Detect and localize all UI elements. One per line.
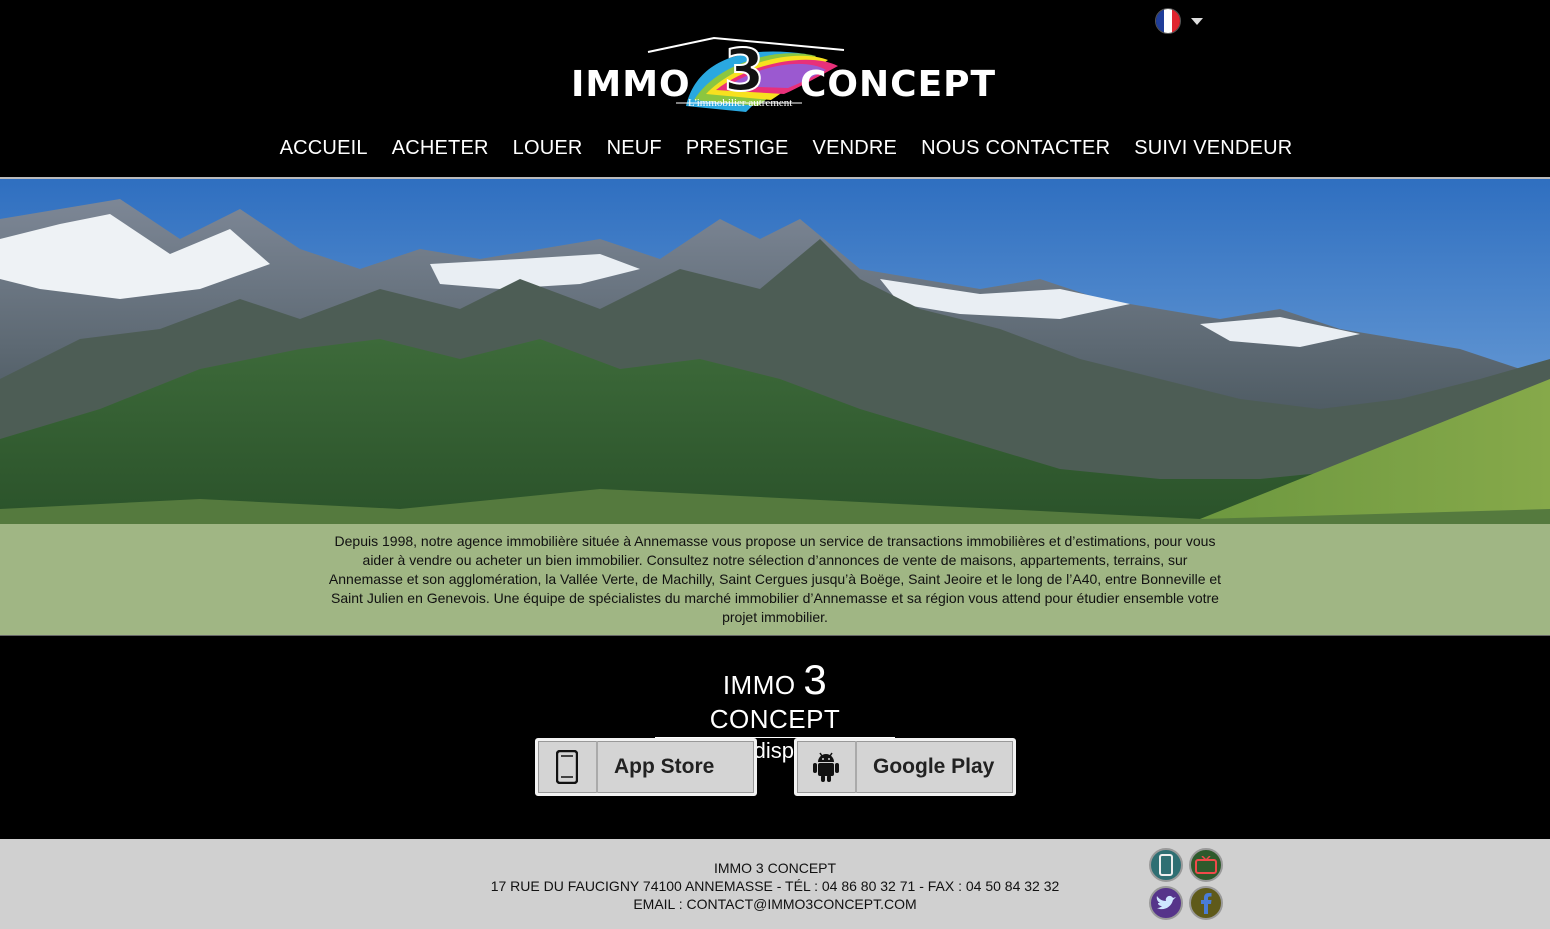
nav-item-vendre[interactable]: VENDRE [813, 137, 898, 160]
nav-item-acheter[interactable]: ACHETER [392, 137, 489, 160]
facebook-icon[interactable] [1189, 886, 1223, 920]
chevron-down-icon [1191, 17, 1203, 25]
nav-item-prestige[interactable]: PRESTIGE [686, 137, 789, 160]
twitter-icon[interactable] [1149, 886, 1183, 920]
footer-email[interactable]: EMAIL : CONTACT@IMMO3CONCEPT.COM [0, 895, 1550, 913]
hero-caption-overlay: Depuis 1998, notre agence immobilière si… [0, 524, 1550, 635]
nav-item-nous-contacter[interactable]: NOUS CONTACTER [921, 137, 1110, 160]
logo-word-immo: IMMO [571, 64, 691, 105]
google-play-button[interactable]: Google Play [794, 738, 1016, 796]
smartphone-icon [538, 741, 598, 793]
hero-banner: Depuis 1998, notre agence immobilière si… [0, 179, 1550, 635]
logo-word-concept: CONCEPT [800, 64, 997, 105]
apps-brand-title: IMMO 3 CONCEPT [655, 656, 895, 738]
nav-item-accueil[interactable]: ACCUEIL [280, 137, 368, 160]
apps-brand-right: CONCEPT [709, 704, 841, 734]
app-store-label: App Store [614, 755, 715, 778]
logo-number: 3 [723, 35, 765, 105]
apps-brand-left: IMMO [722, 670, 804, 700]
google-play-label: Google Play [873, 755, 995, 778]
main-navigation: ACCUEIL ACHETER LOUER NEUF PRESTIGE VEND… [0, 137, 1550, 160]
android-icon [797, 741, 857, 793]
language-selector[interactable] [1155, 8, 1210, 34]
site-logo[interactable]: IMMO 3 CONCEPT L'immobilier autrement [566, 34, 995, 120]
french-flag-icon [1155, 8, 1181, 34]
agency-description: Depuis 1998, notre agence immobilière si… [328, 533, 1222, 625]
nav-item-neuf[interactable]: NEUF [607, 137, 662, 160]
mobile-icon[interactable] [1149, 848, 1183, 882]
footer-contact-info: IMMO 3 CONCEPT 17 RUE DU FAUCIGNY 74100 … [0, 859, 1550, 913]
footer-address-phone: 17 RUE DU FAUCIGNY 74100 ANNEMASSE - TÉL… [490, 878, 1060, 894]
app-store-button[interactable]: App Store [535, 738, 757, 796]
nav-item-suivi-vendeur[interactable]: SUIVI VENDEUR [1134, 137, 1292, 160]
site-header: IMMO 3 CONCEPT L'immobilier autrement AC… [0, 0, 1550, 179]
nav-item-louer[interactable]: LOUER [513, 137, 583, 160]
footer-company-name: IMMO 3 CONCEPT [713, 860, 837, 876]
mobile-apps-section: IMMO 3 CONCEPT est aussi disponible sur … [0, 635, 1550, 839]
tv-icon[interactable] [1189, 848, 1223, 882]
apps-brand-number: 3 [803, 656, 828, 703]
site-footer: IMMO 3 CONCEPT 17 RUE DU FAUCIGNY 74100 … [0, 839, 1550, 929]
logo-tagline: L'immobilier autrement [688, 97, 793, 109]
